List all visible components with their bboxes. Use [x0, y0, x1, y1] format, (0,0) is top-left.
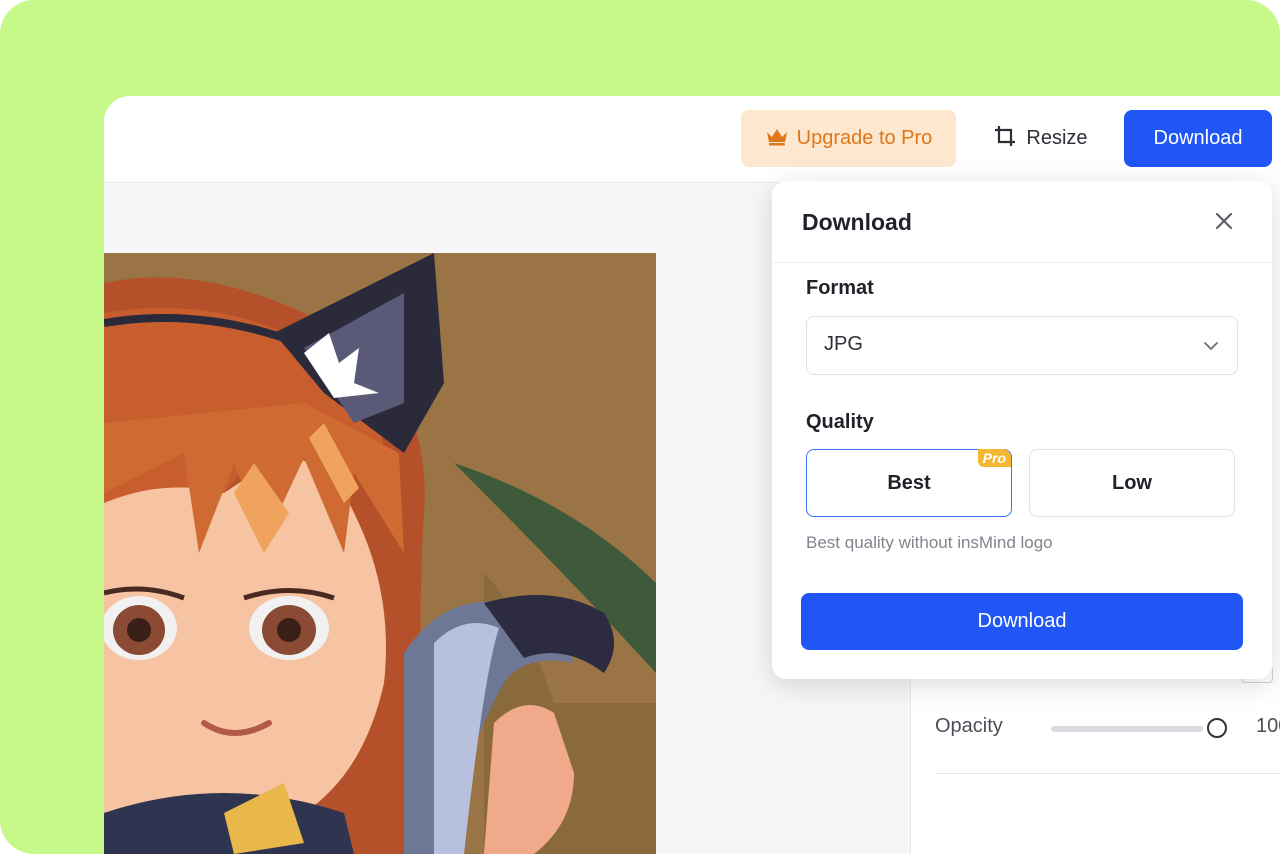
dialog-download-button[interactable]: Download	[801, 593, 1243, 650]
quality-label: Quality	[806, 411, 874, 433]
close-icon[interactable]	[1212, 209, 1236, 233]
dialog-divider	[772, 262, 1272, 263]
format-select[interactable]: JPG	[806, 316, 1238, 375]
quality-low-option[interactable]: Low	[1029, 449, 1235, 517]
format-select-value: JPG	[824, 333, 863, 355]
crop-icon	[994, 125, 1016, 153]
anime-cat-girl-illustration	[104, 253, 656, 854]
upgrade-to-pro-button[interactable]: Upgrade to Pro	[741, 110, 956, 167]
format-label: Format	[806, 277, 874, 299]
upgrade-label: Upgrade to Pro	[796, 127, 933, 149]
pro-badge: Pro	[977, 449, 1011, 467]
opacity-control: Opacity 100	[935, 713, 1280, 743]
opacity-slider-handle[interactable]	[1207, 718, 1227, 738]
opacity-slider-track[interactable]	[1051, 726, 1203, 732]
opacity-label: Opacity	[935, 715, 1003, 737]
quality-hint: Best quality without insMind logo	[806, 533, 1053, 552]
canvas-image[interactable]	[104, 253, 656, 854]
opacity-value: 100	[1256, 715, 1280, 737]
chevron-down-icon	[1201, 336, 1221, 356]
resize-button[interactable]: Resize	[986, 110, 1096, 167]
quality-low-label: Low	[1112, 471, 1152, 494]
download-dialog: Download Format JPG Quality Best Pro Low…	[772, 181, 1272, 679]
resize-label: Resize	[1026, 127, 1088, 149]
crown-icon	[765, 126, 789, 152]
dialog-title: Download	[802, 209, 912, 235]
quality-best-option[interactable]: Best Pro	[806, 449, 1012, 517]
top-toolbar: Upgrade to Pro Resize Download	[104, 96, 1280, 183]
download-button[interactable]: Download	[1124, 110, 1272, 167]
divider	[935, 773, 1280, 774]
background-frame: Upgrade to Pro Resize Download Opacity 1…	[0, 0, 1280, 854]
quality-best-label: Best	[887, 471, 931, 494]
